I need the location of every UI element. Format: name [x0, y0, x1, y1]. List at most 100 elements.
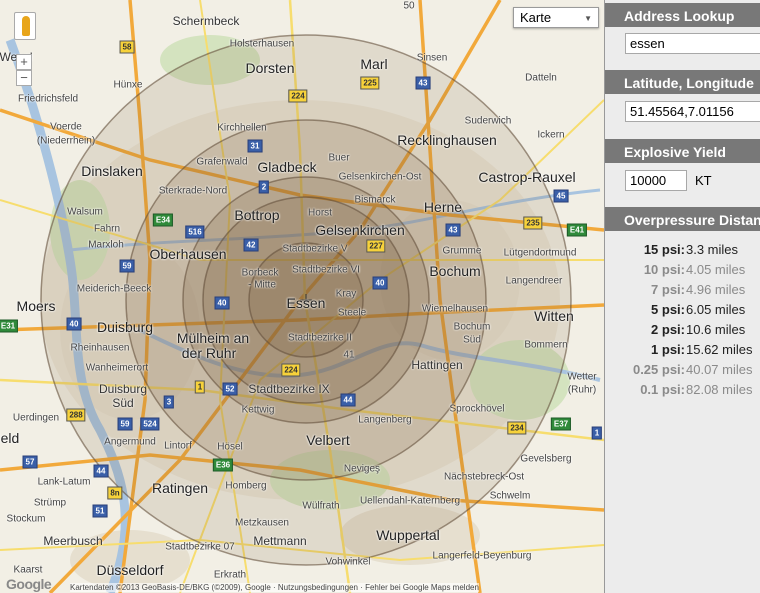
road-shield: 235 — [523, 216, 543, 230]
road-shield: 43 — [445, 223, 461, 237]
city-label: Suderwich — [464, 115, 512, 127]
road-shield: 44 — [93, 464, 109, 478]
road-shield: E36 — [212, 458, 234, 472]
lat-lng-input[interactable] — [625, 101, 760, 122]
address-input[interactable] — [625, 33, 760, 54]
street-view-pegman-icon[interactable] — [14, 12, 36, 40]
city-label: Recklinghausen — [397, 132, 497, 148]
city-label: Langenberg — [358, 414, 412, 426]
city-label: Ratingen — [151, 480, 209, 496]
city-label: Stockum — [6, 513, 46, 525]
overpressure-header: Overpressure Distances — [605, 207, 760, 231]
psi-label: 5 psi: — [651, 302, 685, 317]
city-label: Castrop-Rauxel — [478, 169, 576, 185]
city-label: Gevelsberg — [520, 453, 572, 465]
psi-label: 1 psi: — [651, 342, 685, 357]
road-shield: 3 — [163, 395, 175, 409]
city-label: Essen — [286, 295, 326, 311]
city-label: Witten — [534, 308, 574, 324]
road-shield: 50 — [403, 0, 415, 12]
city-label: Erkrath — [213, 569, 247, 581]
overpressure-row: 0.1 psi: 82.08 miles — [605, 382, 760, 400]
city-label: Bochum — [429, 263, 481, 279]
map-canvas[interactable]: SchermbeckHolsterhausenWeselHünxeDorsten… — [0, 0, 604, 593]
road-shield: 31 — [247, 139, 263, 153]
map-type-label: Karte — [520, 10, 552, 25]
city-label: der Ruhr — [181, 345, 237, 361]
city-label: Walsum — [67, 206, 103, 218]
road-shield: 59 — [117, 417, 133, 431]
road-shield: 59 — [119, 259, 135, 273]
city-label: Dorsten — [245, 60, 295, 76]
road-shield: 40 — [214, 296, 230, 310]
city-label: Lank-Latum — [37, 476, 91, 488]
city-label: (Niederrhein) — [36, 135, 96, 147]
overpressure-row: 5 psi: 6.05 miles — [605, 302, 760, 320]
city-label: Voerde — [50, 121, 82, 133]
city-label: Duisburg — [96, 319, 154, 335]
lat-lng-header: Latitude, Longitude — [605, 70, 760, 94]
zoom-out-button[interactable]: − — [16, 70, 32, 86]
city-label: Duisburg — [98, 382, 148, 396]
psi-distance: 6.05 miles — [686, 302, 746, 317]
city-label: Angermund — [104, 436, 156, 448]
road-shield: 8n — [107, 486, 123, 500]
road-shield: 58 — [119, 40, 135, 54]
psi-distance: 15.62 miles — [686, 342, 753, 357]
city-label: Velbert — [306, 432, 350, 448]
city-label: Nevigeş — [343, 463, 381, 475]
map-type-select[interactable]: Karte ▼ — [513, 7, 599, 28]
road-shield: E31 — [0, 319, 19, 333]
yield-header: Explosive Yield — [605, 139, 760, 163]
overpressure-row: 1 psi: 15.62 miles — [605, 342, 760, 360]
city-label: Kettwig — [241, 404, 275, 416]
zoom-in-button[interactable]: + — [16, 54, 32, 70]
city-label: - Mitte — [248, 279, 276, 291]
city-label: Bommern — [524, 339, 568, 351]
city-label: Datteln — [525, 72, 557, 84]
psi-label: 2 psi: — [651, 322, 685, 337]
city-label: Sprockhövel — [449, 403, 505, 415]
yield-input[interactable] — [625, 170, 687, 191]
city-label: Marl — [360, 56, 388, 72]
city-label: Sinsen — [416, 52, 448, 64]
city-label: Bochum — [453, 321, 491, 333]
city-label: Grafenwald — [196, 156, 248, 168]
city-label: Gladbeck — [257, 159, 317, 175]
address-lookup-header: Address Lookup — [605, 3, 760, 27]
road-shield: 225 — [360, 76, 380, 90]
city-label: Herne — [423, 199, 463, 215]
psi-label: 10 psi: — [643, 262, 685, 277]
road-shield: 52 — [222, 382, 238, 396]
road-shield: 1 — [194, 380, 206, 394]
city-label: Fahrn — [93, 223, 121, 235]
psi-distance: 4.96 miles — [686, 282, 746, 297]
city-label: Friedrichsfeld — [17, 93, 79, 105]
city-label: Ield — [0, 430, 20, 446]
road-shield: 40 — [372, 276, 388, 290]
psi-distance: 4.05 miles — [686, 262, 746, 277]
city-label: Dinslaken — [81, 163, 143, 179]
road-shield: 234 — [507, 421, 527, 435]
road-shield: 224 — [288, 89, 308, 103]
city-label: Sterkrade-Nord — [158, 185, 228, 197]
city-label: (Ruhr) — [567, 384, 597, 396]
city-label: Wiemelhausen — [421, 303, 489, 315]
city-label: Gelsenkirchen — [315, 222, 405, 238]
road-shield: 44 — [340, 393, 356, 407]
city-label: Stadtbezirke V — [282, 243, 348, 255]
road-shield: 43 — [415, 76, 431, 90]
psi-label: 15 psi: — [643, 242, 685, 257]
city-label: Oberhausen — [149, 246, 227, 262]
city-label: Steele — [337, 307, 367, 319]
city-label: Vohwinkel — [325, 556, 371, 568]
overpressure-row: 0.25 psi: 40.07 miles — [605, 362, 760, 380]
map-copyright[interactable]: Kartendaten ©2013 GeoBasis-DE/BKG (©2009… — [70, 583, 479, 592]
city-label: Homberg — [225, 480, 267, 492]
psi-label: 0.25 psi: — [632, 362, 685, 377]
road-shield: 2 — [258, 180, 270, 194]
city-label: Lintorf — [164, 440, 192, 452]
road-shield: 288 — [66, 408, 86, 422]
city-label: Holsterhausen — [229, 38, 295, 50]
city-label: Gelsenkirchen-Ost — [338, 171, 422, 183]
